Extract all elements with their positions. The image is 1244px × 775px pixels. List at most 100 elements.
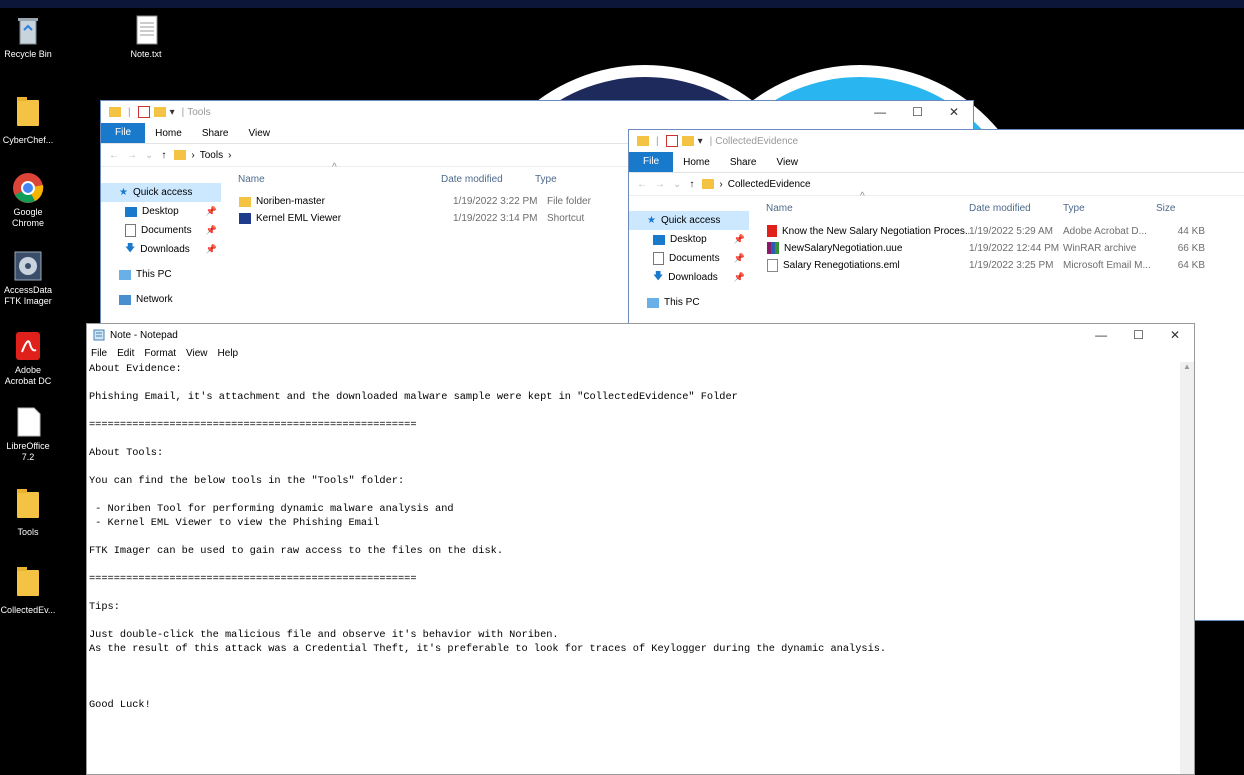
properties-icon[interactable] [137,106,150,118]
maximize-button[interactable]: ☐ [912,105,923,119]
desktop-icon [653,234,665,245]
properties-icon[interactable] [665,135,678,147]
nav-network[interactable]: Network [101,290,221,309]
file-row[interactable]: Noriben-master 1/19/2022 3:22 PM File fo… [239,196,591,207]
column-name[interactable]: Name [766,203,793,214]
column-name[interactable]: Name [238,174,265,185]
folder-icon [17,97,39,126]
desktop-icon-ftk[interactable]: AccessData FTK Imager [0,250,56,307]
close-button[interactable]: ✕ [1170,328,1180,342]
desktop-icon-label: Adobe Acrobat DC [4,365,52,386]
text-editor[interactable]: About Evidence: Phishing Email, it's att… [89,362,1179,774]
column-size[interactable]: Size [1156,203,1175,214]
new-folder-icon[interactable] [681,136,694,146]
file-row[interactable]: NewSalaryNegotiation.uue 1/19/2022 12:44… [767,242,1205,254]
title-bar[interactable]: | ▾ | CollectedEvidence [629,130,1244,152]
tab-share[interactable]: Share [720,157,767,168]
nav-desktop[interactable]: Desktop 📌 [101,202,221,221]
file-date: 1/19/2022 5:29 AM [969,225,1053,237]
forward-arrow-icon[interactable]: → [655,179,665,190]
back-arrow-icon[interactable]: ← [109,150,119,161]
recent-chevron-icon[interactable]: ⌄ [145,150,153,161]
file-row[interactable]: Salary Renegotiations.eml 1/19/2022 3:25… [767,259,1205,272]
desktop-icon-tools[interactable]: Tools [0,488,56,538]
nav-quick-access[interactable]: ★ Quick access [629,211,749,230]
computer-icon [119,269,131,280]
tab-file[interactable]: File [101,123,146,143]
desktop-icon-label: AccessData FTK Imager [3,285,53,306]
recent-chevron-icon[interactable]: ⌄ [673,179,681,190]
minimize-button[interactable]: — [874,105,886,119]
file-date: 1/19/2022 3:14 PM [453,213,538,224]
column-type[interactable]: Type [535,174,557,185]
breadcrumb-collected-evidence[interactable]: CollectedEvidence [728,179,811,190]
menu-view[interactable]: View [186,348,208,359]
tab-view[interactable]: View [239,128,281,139]
menu-format[interactable]: Format [144,348,176,359]
maximize-button[interactable]: ☐ [1133,328,1144,342]
up-arrow-icon[interactable]: ↑ [689,179,694,190]
desktop-icon-chrome[interactable]: Google Chrome [0,172,56,229]
scroll-up-icon[interactable]: ▲ [1180,362,1194,371]
menu-file[interactable]: File [91,348,107,359]
file-name: Noriben-master [256,196,325,207]
minimize-button[interactable]: — [1095,328,1107,342]
documents-icon [653,252,664,265]
tab-file[interactable]: File [629,152,674,172]
menu-help[interactable]: Help [218,348,239,359]
download-arrow-icon: 🡇 [125,243,136,254]
download-arrow-icon: 🡇 [653,271,664,282]
menu-edit[interactable]: Edit [117,348,134,359]
nav-this-pc[interactable]: This PC [629,293,749,312]
title-bar[interactable]: | ▾ | Tools — ☐ ✕ [101,101,973,123]
file-name: NewSalaryNegotiation.uue [784,242,903,254]
column-type[interactable]: Type [1063,203,1085,214]
winrar-archive-icon [767,242,779,254]
desktop-icon-note[interactable]: Note.txt [118,14,174,60]
nav-downloads[interactable]: 🡇 Downloads 📌 [629,268,749,287]
file-row[interactable]: Kernel EML Viewer 1/19/2022 3:14 PM Shor… [239,213,584,224]
new-folder-icon[interactable] [153,107,166,117]
desktop-icon-label: Note.txt [130,49,162,59]
nav-desktop[interactable]: Desktop 📌 [629,230,749,249]
nav-this-pc[interactable]: This PC [101,265,221,284]
nav-documents[interactable]: Documents 📌 [101,221,221,240]
navigation-pane: ★ Quick access Desktop 📌 Documents 📌 🡇 Downl… [629,211,749,312]
star-icon: ★ [119,187,128,198]
desktop-icon-collected-evidence[interactable]: CollectedEv... [0,566,56,616]
desktop-icon-libreoffice[interactable]: LibreOffice 7.2 [0,406,56,463]
column-date-modified[interactable]: Date modified [969,203,1031,214]
up-arrow-icon[interactable]: ↑ [161,150,166,161]
file-name: Salary Renegotiations.eml [783,260,900,271]
file-type: File folder [547,196,591,207]
desktop-icon-acrobat[interactable]: Adobe Acrobat DC [0,330,56,387]
back-arrow-icon[interactable]: ← [637,179,647,190]
file-row[interactable]: Know the New Salary Negotiation Proces..… [767,225,1205,237]
tab-share[interactable]: Share [192,128,239,139]
desktop-icon-cyberchef[interactable]: CyberChef... [0,96,56,146]
forward-arrow-icon[interactable]: → [127,150,137,161]
file-size: 64 KB [1177,260,1205,271]
vertical-scrollbar[interactable]: ▲ [1180,362,1194,774]
address-bar[interactable]: ← → ⌄ ↑ › CollectedEvidence [629,173,1244,196]
close-button[interactable]: ✕ [949,105,959,119]
file-type: Shortcut [547,213,585,224]
breadcrumb-tools[interactable]: Tools [200,150,223,161]
title-bar[interactable]: Note - Notepad — ☐ ✕ [87,324,1194,346]
navigation-pane: ★ Quick access Desktop 📌 Documents 📌 🡇 Downl… [101,183,221,309]
tab-home[interactable]: Home [145,128,192,139]
desktop-icon-recycle-bin[interactable]: Recycle Bin [0,14,56,60]
tab-home[interactable]: Home [673,157,720,168]
nav-quick-access[interactable]: ★ Quick access [101,183,221,202]
sort-up-icon: ^ [332,162,337,173]
ribbon-tabs: File Home Share View [629,152,1244,173]
chrome-icon [13,173,44,203]
acrobat-icon [16,332,40,360]
notepad-window[interactable]: Note - Notepad — ☐ ✕ File Edit Format Vi… [86,323,1195,775]
pin-icon: 📌 [733,272,745,282]
pin-icon: 📌 [205,225,217,235]
tab-view[interactable]: View [767,157,809,168]
column-date-modified[interactable]: Date modified [441,174,503,185]
nav-downloads[interactable]: 🡇 Downloads 📌 [101,240,221,259]
nav-documents[interactable]: Documents 📌 [629,249,749,268]
